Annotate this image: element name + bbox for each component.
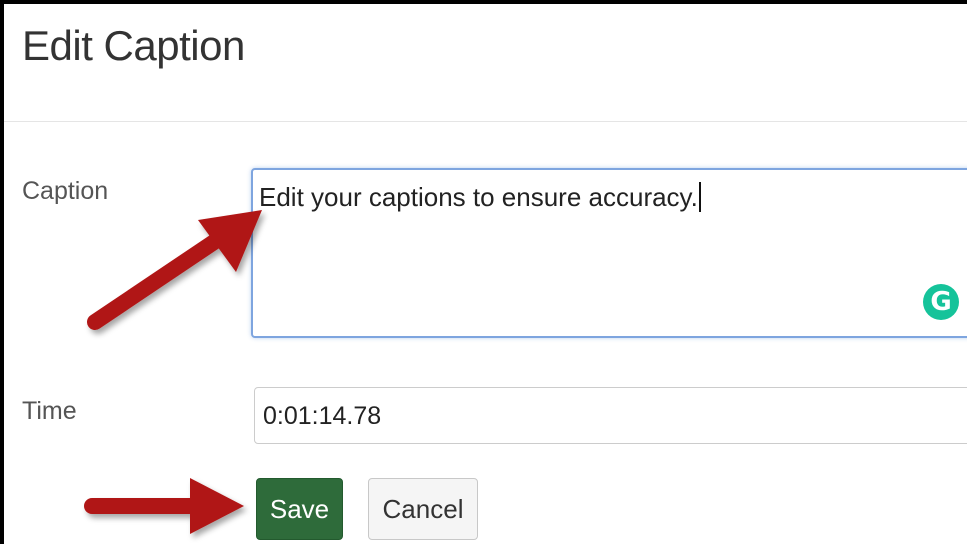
caption-text-container: Edit your captions to ensure accuracy. xyxy=(259,182,701,213)
caption-text: Edit your captions to ensure accuracy. xyxy=(259,182,698,212)
header-divider xyxy=(4,121,967,122)
caption-textarea[interactable]: Edit your captions to ensure accuracy. G xyxy=(251,168,967,338)
caption-label: Caption xyxy=(22,177,109,205)
dialog-title: Edit Caption xyxy=(22,22,245,69)
time-label: Time xyxy=(22,397,77,425)
grammarly-glyph: G xyxy=(930,287,952,317)
time-value: 0:01:14.78 xyxy=(263,402,382,430)
grammarly-icon[interactable]: G xyxy=(923,284,959,320)
cancel-button[interactable]: Cancel xyxy=(368,478,478,540)
text-caret xyxy=(698,182,701,212)
edit-caption-dialog: Edit Caption Caption Edit your captions … xyxy=(0,0,967,544)
save-button[interactable]: Save xyxy=(256,478,343,540)
time-input[interactable]: 0:01:14.78 xyxy=(254,387,967,444)
